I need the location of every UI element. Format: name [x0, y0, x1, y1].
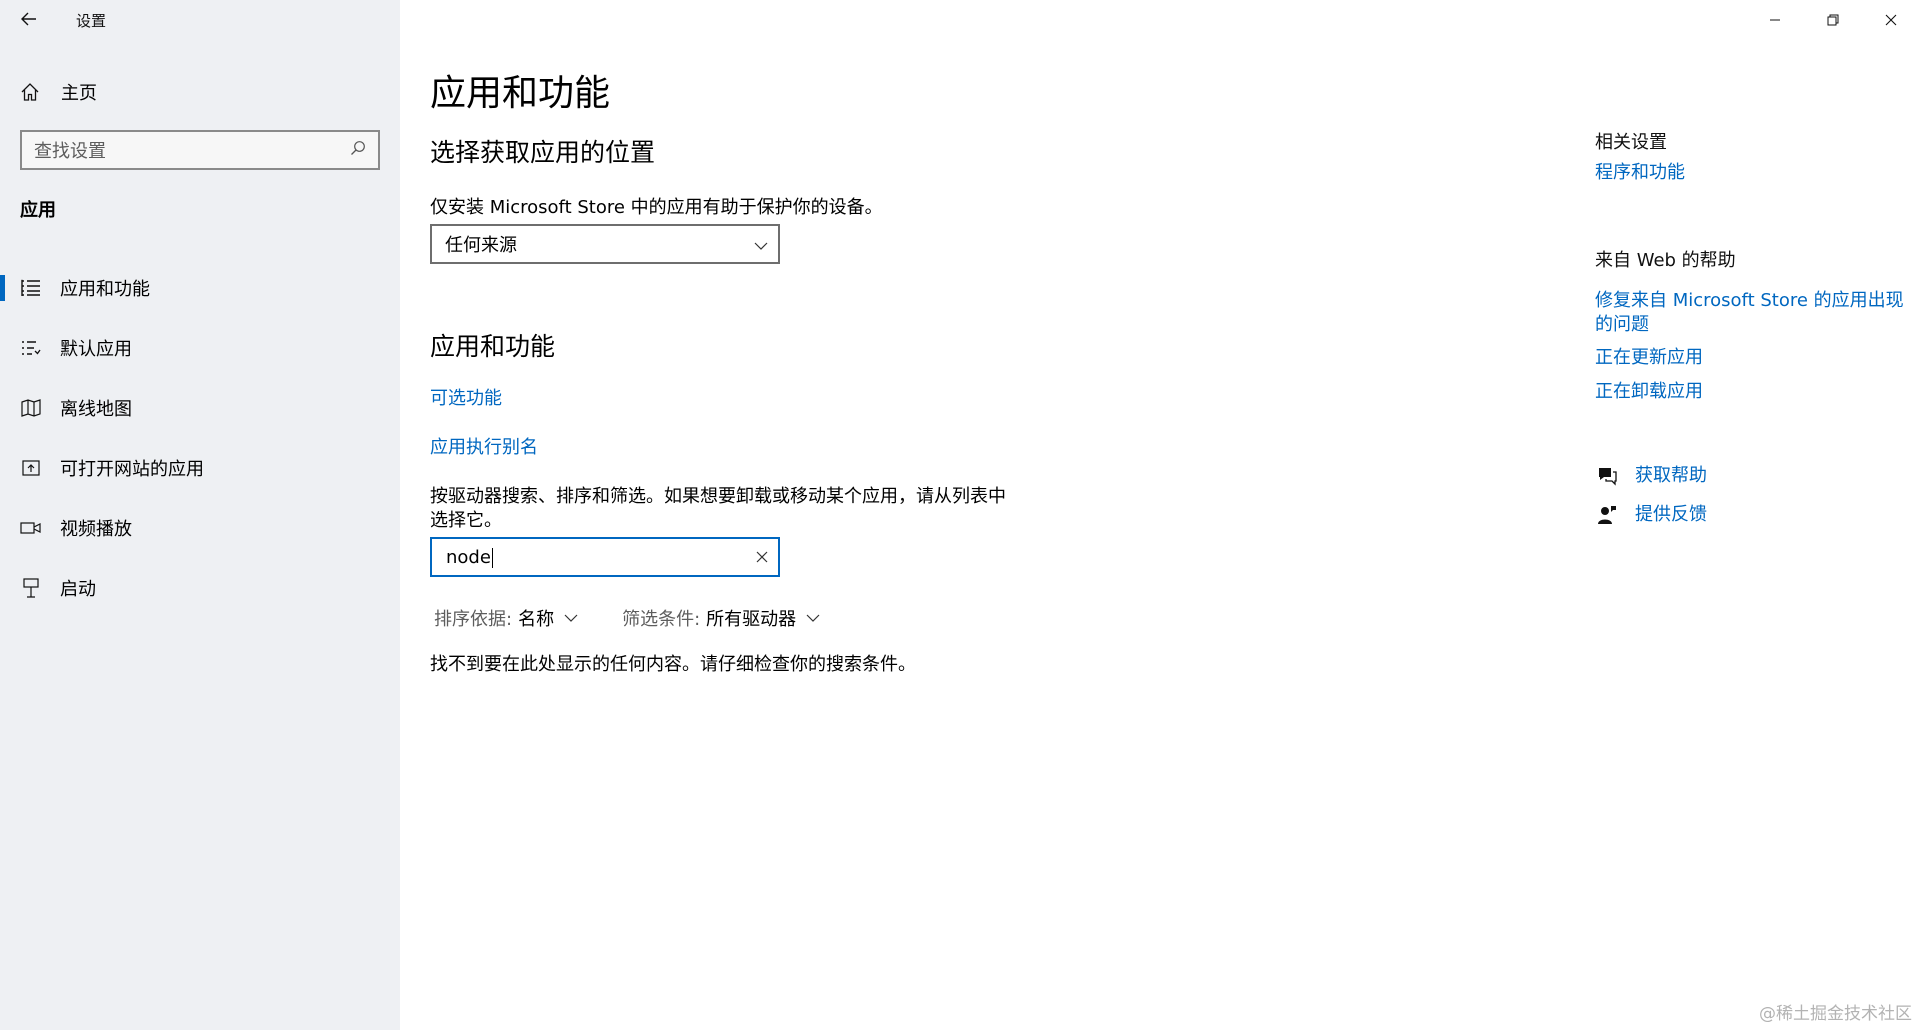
get-help-link: 获取帮助	[1635, 465, 1707, 486]
chevron-down-icon	[754, 234, 768, 255]
sort-value: 名称	[518, 609, 555, 630]
offline-maps-icon	[19, 399, 43, 417]
app-source-dropdown[interactable]: 任何来源	[430, 224, 780, 264]
repair-store-link-line2: 的问题	[1595, 314, 1649, 335]
chevron-down-icon	[806, 614, 820, 622]
apps-for-websites-icon	[19, 459, 43, 477]
filter-label: 筛选条件:	[622, 609, 701, 630]
app-search-value-wrap: node	[446, 547, 493, 568]
restore-icon	[1827, 11, 1839, 30]
sidebar-item-startup[interactable]: 启动	[0, 558, 400, 618]
no-results-text: 找不到要在此处显示的任何内容。请仔细检查你的搜索条件。	[430, 654, 916, 675]
dropdown-value: 任何来源	[445, 235, 517, 256]
repair-store-link-line1: 修复来自 Microsoft Store 的应用出现	[1595, 290, 1904, 311]
apps-features-heading: 应用和功能	[430, 332, 556, 361]
sidebar-item-label: 默认应用	[60, 339, 132, 360]
clear-search-icon[interactable]	[756, 547, 768, 568]
chat-help-icon	[1595, 466, 1619, 486]
sort-by-dropdown[interactable]: 排序依据: 名称	[434, 605, 578, 631]
titlebar-left: 设置	[0, 0, 400, 40]
related-settings-heading: 相关设置	[1595, 132, 1667, 153]
sidebar-item-apps-for-websites[interactable]: 可打开网站的应用	[0, 438, 400, 498]
uninstalling-apps-link[interactable]: 正在卸载应用	[1595, 380, 1703, 404]
sort-label: 排序依据:	[434, 609, 513, 630]
app-search-input[interactable]: node	[430, 537, 780, 577]
feedback-row[interactable]: 提供反馈	[1595, 503, 1707, 527]
sort-filter-row: 排序依据: 名称 筛选条件: 所有驱动器	[434, 605, 820, 631]
text-caret	[491, 547, 493, 568]
back-arrow-icon	[21, 11, 37, 30]
home-icon	[20, 82, 50, 102]
web-help-heading: 来自 Web 的帮助	[1595, 250, 1736, 271]
sidebar-item-label: 视频播放	[60, 519, 132, 540]
window-controls	[1746, 0, 1920, 40]
app-execution-alias-link[interactable]: 应用执行别名	[430, 433, 538, 459]
app-search-value: node	[446, 546, 491, 568]
optional-features-link[interactable]: 可选功能	[430, 384, 502, 410]
close-icon	[1885, 11, 1897, 30]
sidebar-item-default-apps[interactable]: 默认应用	[0, 318, 400, 378]
minimize-button[interactable]	[1746, 0, 1804, 40]
sidebar-item-label: 离线地图	[60, 399, 132, 420]
apps-list-icon	[19, 279, 43, 297]
search-instructions-line1: 按驱动器搜索、排序和筛选。如果想要卸载或移动某个应用，请从列表中	[430, 486, 1006, 507]
feedback-link: 提供反馈	[1635, 504, 1707, 525]
minimize-icon	[1769, 11, 1781, 30]
sidebar-nav: 应用和功能 默认应用 离线地图 可打开网站的应用 视频播放 启动	[0, 258, 400, 618]
video-playback-icon	[19, 520, 43, 536]
restore-button[interactable]	[1804, 0, 1862, 40]
search-icon[interactable]	[350, 140, 366, 160]
feedback-person-icon	[1595, 505, 1619, 525]
repair-store-apps-link[interactable]: 修复来自 Microsoft Store 的应用出现 的问题	[1595, 289, 1904, 337]
main-content: 应用和功能 选择获取应用的位置 仅安装 Microsoft Store 中的应用…	[400, 0, 1920, 1030]
back-button[interactable]	[0, 0, 58, 40]
close-button[interactable]	[1862, 0, 1920, 40]
startup-icon	[19, 578, 43, 598]
sidebar-item-offline-maps[interactable]: 离线地图	[0, 378, 400, 438]
programs-features-link[interactable]: 程序和功能	[1595, 161, 1685, 185]
updating-apps-link[interactable]: 正在更新应用	[1595, 346, 1703, 370]
watermark: @稀土掘金技术社区	[1759, 1004, 1912, 1024]
default-apps-icon	[19, 339, 43, 357]
get-help-row[interactable]: 获取帮助	[1595, 464, 1707, 488]
chevron-down-icon	[564, 614, 578, 622]
home-nav-item[interactable]: 主页	[0, 72, 400, 112]
section-title: 应用	[20, 200, 56, 221]
sidebar-item-label: 可打开网站的应用	[60, 459, 204, 480]
search-placeholder: 查找设置	[34, 141, 106, 162]
choose-location-heading: 选择获取应用的位置	[430, 138, 656, 167]
sidebar-item-video-playback[interactable]: 视频播放	[0, 498, 400, 558]
sidebar: 设置 主页 查找设置 应用 应用和功能 默认应用 离线地图 可打开网站的应用 视…	[0, 0, 400, 1030]
sidebar-item-label: 启动	[60, 579, 96, 600]
sidebar-item-label: 应用和功能	[60, 279, 150, 300]
settings-search-input[interactable]: 查找设置	[20, 130, 380, 170]
page-title: 应用和功能	[430, 73, 611, 114]
sidebar-item-apps-features[interactable]: 应用和功能	[0, 258, 400, 318]
app-title: 设置	[76, 11, 107, 30]
filter-value: 所有驱动器	[706, 609, 797, 630]
filter-by-dropdown[interactable]: 筛选条件: 所有驱动器	[622, 605, 820, 631]
home-label: 主页	[61, 83, 97, 104]
store-notice: 仅安装 Microsoft Store 中的应用有助于保护你的设备。	[430, 197, 883, 218]
search-instructions-line2: 选择它。	[430, 510, 502, 531]
